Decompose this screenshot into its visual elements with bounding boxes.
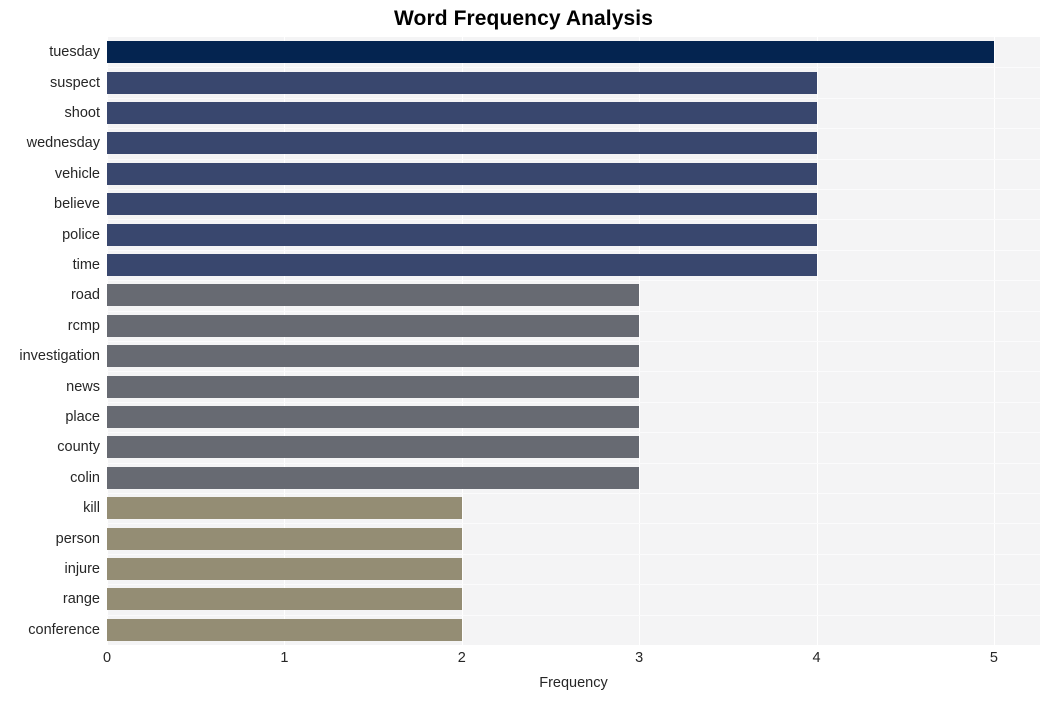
gridline-horizontal — [107, 523, 1040, 524]
bar[interactable] — [107, 132, 817, 155]
gridline-horizontal — [107, 128, 1040, 129]
bar[interactable] — [107, 223, 817, 246]
y-axis-label: rcmp — [67, 317, 100, 334]
gridline-horizontal — [107, 67, 1040, 68]
bar[interactable] — [107, 588, 462, 611]
bar[interactable] — [107, 71, 817, 94]
y-axis-label: shoot — [64, 105, 100, 121]
gridline-horizontal — [107, 250, 1040, 251]
y-axis-label: vehicle — [54, 165, 100, 182]
y-axis-label: person — [55, 530, 100, 547]
bar[interactable] — [107, 314, 640, 337]
gridline-horizontal — [107, 219, 1040, 220]
x-axis-tick-labels: 0 1 2 3 4 5 — [0, 645, 1047, 671]
y-axis-label: place — [65, 409, 100, 425]
y-axis-label: injure — [64, 561, 100, 577]
x-axis-tick: 1 — [280, 650, 289, 666]
y-axis-label: kill — [83, 500, 100, 517]
gridline-horizontal — [107, 159, 1040, 160]
bar[interactable] — [107, 466, 640, 489]
x-axis-tick: 4 — [812, 650, 821, 666]
bar[interactable] — [107, 375, 640, 398]
y-axis-label: news — [66, 378, 100, 395]
bar[interactable] — [107, 254, 817, 276]
y-axis-label: suspect — [50, 74, 100, 91]
gridline-horizontal — [107, 189, 1040, 190]
bar[interactable] — [107, 193, 817, 216]
y-axis-label: colin — [70, 469, 100, 486]
bar[interactable] — [107, 41, 994, 64]
x-axis-tick: 0 — [102, 650, 112, 666]
y-axis-label: road — [70, 287, 100, 304]
bar[interactable] — [107, 162, 817, 185]
gridline-horizontal — [107, 554, 1040, 555]
bar[interactable] — [107, 406, 640, 428]
gridline-horizontal — [107, 311, 1040, 312]
chart-figure: Word Frequency Analysis tuesday suspect sh… — [0, 0, 1047, 701]
x-axis-tick: 5 — [989, 650, 998, 666]
bar[interactable] — [107, 558, 462, 580]
bar[interactable] — [107, 618, 462, 641]
y-axis-label: wednesday — [26, 135, 100, 152]
gridline-horizontal — [107, 98, 1040, 99]
gridline-horizontal — [107, 280, 1040, 281]
bar[interactable] — [107, 284, 640, 307]
y-axis-label: tuesday — [49, 44, 100, 61]
y-axis-label: investigation — [19, 348, 100, 365]
gridline-horizontal — [107, 615, 1040, 616]
gridline-horizontal — [107, 493, 1040, 494]
bar[interactable] — [107, 345, 640, 368]
bar[interactable] — [107, 527, 462, 550]
gridline-horizontal — [107, 341, 1040, 342]
gridline-horizontal — [107, 463, 1040, 464]
gridline-horizontal — [107, 402, 1040, 403]
y-axis-label: believe — [54, 196, 100, 213]
gridline-horizontal — [107, 584, 1040, 585]
gridline-horizontal — [107, 432, 1040, 433]
bar[interactable] — [107, 497, 462, 520]
x-axis-tick: 2 — [457, 650, 466, 666]
x-axis-title: Frequency — [539, 675, 608, 691]
y-axis-label: conference — [28, 621, 100, 638]
gridline-horizontal — [107, 371, 1040, 372]
y-axis-label: range — [62, 591, 100, 608]
y-axis-label: police — [62, 226, 100, 243]
y-axis-label: time — [72, 257, 100, 273]
plot-area — [107, 37, 1040, 645]
y-axis-label: county — [57, 439, 100, 456]
y-axis-category-labels: tuesday suspect shoot wednesday vehicle belie… — [0, 37, 100, 645]
chart-title: Word Frequency Analysis — [393, 7, 654, 30]
x-axis-tick: 3 — [635, 650, 644, 666]
bar[interactable] — [107, 436, 640, 459]
bar[interactable] — [107, 102, 817, 124]
